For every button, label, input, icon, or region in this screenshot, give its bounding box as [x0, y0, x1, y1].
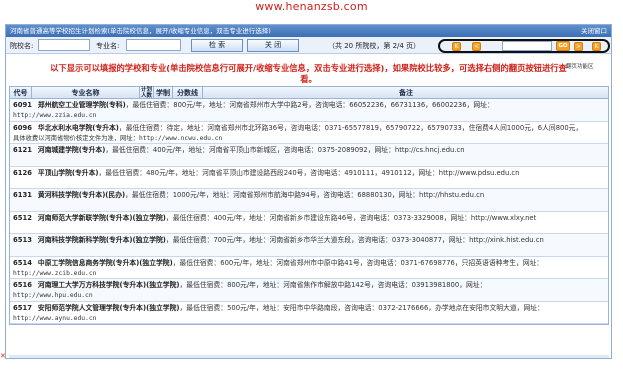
school-code: 6516: [13, 281, 32, 289]
instruction-notice: 以下显示可以填报的学校和专业(单击院校信息行可展开/收缩专业信息，双击专业进行选…: [50, 63, 567, 84]
table-row[interactable]: 6096 华北水利水电学院(专升本)，最低住宿费：待定，地址：河南省郑州市北环路3…: [10, 122, 608, 144]
table-body: 6091 郑州航空工业管理学院(专科)，最低住宿费：800元/年，地址：河南省郑州…: [10, 99, 608, 324]
school-info: ，最低住宿费：480元/年，地址：河南省平顶山市建设路西段240号，咨询电话：4…: [98, 168, 520, 177]
school-info: ，最低住宿费：1000元/年，地址：河南省郑州市航海中路94号，咨询电话：688…: [125, 191, 485, 199]
school-info: ，最低住宿费：800元/年，地址：河南省焦作市解放中路142号，咨询电话：039…: [179, 281, 487, 289]
close-window-link[interactable]: 关闭窗口: [581, 25, 607, 37]
header-name: 专业名称: [32, 87, 140, 99]
horizontal-scrollbar[interactable]: [9, 355, 609, 358]
header-batch: 分数线: [173, 87, 203, 99]
school-info: ，最低住宿费：600元/年，地址：河南省郑州市中原中路41号，咨询电话：0371…: [172, 258, 544, 267]
header-note: 备注: [399, 89, 413, 97]
header-length: 学制: [154, 87, 173, 99]
first-page-button[interactable]: K: [452, 42, 461, 51]
school-name: 郑州航空工业管理学院(专科): [37, 101, 126, 109]
site-url: www.henanzsb.com: [255, 0, 368, 13]
school-name: 中原工学院信息商务学院(专升本)(独立学院): [37, 258, 173, 267]
school-code: 6126: [13, 168, 32, 177]
row-line: 6512 河南师范大学新联学院(专升本)(独立学院)，最低住宿费：400元/年，地…: [13, 213, 605, 224]
close-button[interactable]: 关 闭: [247, 39, 299, 52]
school-code: 6091: [13, 101, 32, 109]
school-website: http://www.aynu.edu.cn: [13, 314, 97, 322]
row-line: 6517 安阳师范学院人文管理学院(专升本)(独立学院)，最低住宿费：500元/年…: [13, 303, 605, 314]
results-table: 代号 专业名称 计划人数 学制 分数线 备注 6091 郑州航空工业管理学院(专科…: [9, 86, 609, 325]
school-name: 安阳师范学院人文管理学院(专升本)(独立学院): [37, 303, 180, 312]
school-code: 6512: [13, 213, 32, 222]
table-header: 代号 专业名称 计划人数 学制 分数线 备注: [10, 87, 608, 99]
row-line: 6091 郑州航空工业管理学院(专科)，最低住宿费：800元/年，地址：河南省郑州…: [13, 100, 605, 111]
school-info: ，最低住宿费：500元/年，地址：安阳市中华路南段，咨询电话：0372-2176…: [179, 303, 544, 312]
school-website: 具体收费以河南省物价核定文件为准，网址：http://www.ncwu.edu.…: [13, 134, 223, 142]
row-line: 6126 平顶山学院(专升本)，最低住宿费：480元/年，地址：河南省平顶山市建设…: [13, 168, 605, 179]
school-code: 6121: [13, 146, 32, 154]
close-x-icon: ✕: [0, 352, 6, 360]
table-row[interactable]: 6514 中原工学院信息商务学院(专升本)(独立学院)，最低住宿费：600元/年，…: [10, 257, 608, 279]
table-row[interactable]: 6512 河南师范大学新联学院(专升本)(独立学院)，最低住宿费：400元/年，地…: [10, 212, 608, 234]
school-name: 河南科技学院新科学院(专升本)(独立学院): [37, 236, 166, 244]
school-code: 6514: [13, 258, 32, 267]
school-info: ，最低住宿费：待定，地址：河南省郑州市北环路36号，咨询电话：0371-6557…: [118, 123, 583, 132]
page-number-input[interactable]: [502, 41, 552, 51]
table-row[interactable]: 6121 河南城建学院(专升本)，最低住宿费：400元/年，地址：河南省平顶山市新…: [10, 144, 608, 167]
window-titlebar: 河南省普通高等学校招生计划检索(单击院校信息，展开/收缩专业信息，双击专业进行选…: [6, 25, 611, 37]
school-name-label: 院校名:: [10, 42, 34, 50]
row-line: 6516 河南理工大学万方科技学院(专升本)(独立学院)，最低住宿费：800元/年…: [13, 280, 605, 291]
school-info: ，最低住宿费：800元/年，地址：河南省郑州市大学中路2号，咨询电话：66052…: [125, 101, 494, 109]
school-name: 河南师范大学新联学院(专升本)(独立学院): [37, 213, 166, 222]
header-plan: 计划人数: [140, 87, 154, 99]
school-website: http://www.hpu.edu.cn: [13, 292, 93, 299]
pagination-area: K < GO > K: [438, 39, 610, 53]
row-line: 6096 华北水利水电学院(专升本)，最低住宿费：待定，地址：河南省郑州市北环路3…: [13, 123, 605, 134]
school-code: 6096: [13, 123, 32, 132]
major-name-input[interactable]: [126, 39, 181, 51]
next-page-button[interactable]: >: [574, 42, 583, 51]
table-row[interactable]: 6091 郑州航空工业管理学院(专科)，最低住宿费：800元/年，地址：河南省郑州…: [10, 99, 608, 122]
go-page-button[interactable]: GO: [556, 41, 570, 51]
school-website: http://www.zzia.edu.cn: [13, 112, 97, 119]
last-page-button[interactable]: K: [592, 42, 601, 51]
table-row[interactable]: 6516 河南理工大学万方科技学院(专升本)(独立学院)，最低住宿费：800元/年…: [10, 279, 608, 302]
school-name: 平顶山学院(专升本): [37, 168, 99, 177]
window-title: 河南省普通高等学校招生计划检索(单击院校信息，展开/收缩专业信息，双击专业进行选…: [10, 27, 271, 35]
header-code: 代号: [10, 87, 32, 99]
search-window: 河南省普通高等学校招生计划检索(单击院校信息，展开/收缩专业信息，双击专业进行选…: [5, 24, 612, 359]
school-name: 华北水利水电学院(专升本): [37, 123, 119, 132]
school-code: 6131: [13, 191, 32, 199]
result-stats: （共 20 所院校，第 2/4 页）: [328, 42, 421, 50]
row-line: 6514 中原工学院信息商务学院(专升本)(独立学院)，最低住宿费：600元/年，…: [13, 258, 605, 269]
school-name-input[interactable]: [38, 39, 90, 51]
table-row[interactable]: 6517 安阳师范学院人文管理学院(专升本)(独立学院)，最低住宿费：500元/年…: [10, 302, 608, 324]
row-line: 6131 黄河科技学院(专升本)(民办)，最低住宿费：1000元/年，地址：河南省…: [13, 190, 605, 201]
school-code: 6513: [13, 236, 32, 244]
major-name-label: 专业名:: [96, 42, 120, 50]
row-line: 6121 河南城建学院(专升本)，最低住宿费：400元/年，地址：河南省平顶山市新…: [13, 145, 605, 156]
school-code: 6517: [13, 303, 32, 312]
table-row[interactable]: 6131 黄河科技学院(专升本)(民办)，最低住宿费：1000元/年，地址：河南省…: [10, 189, 608, 212]
school-info: ，最低住宿费：400元/年，地址：河南省新乡市建设东路46号，咨询电话：0373…: [165, 213, 537, 222]
school-info: ，最低住宿费：700元/年，地址：河南省新乡市华兰大道东段，咨询电话：0373-…: [165, 236, 544, 244]
search-button[interactable]: 检 索: [191, 39, 243, 52]
table-row[interactable]: 6126 平顶山学院(专升本)，最低住宿费：480元/年，地址：河南省平顶山市建设…: [10, 167, 608, 189]
school-info: ，最低住宿费：400元/年，地址：河南省平顶山市新城区，咨询电话：0375-20…: [105, 146, 465, 154]
prev-page-button[interactable]: <: [472, 42, 481, 51]
school-name: 河南城建学院(专升本): [37, 146, 106, 154]
row-line: 6513 河南科技学院新科学院(专升本)(独立学院)，最低住宿费：700元/年，地…: [13, 235, 605, 246]
school-name: 河南理工大学万方科技学院(专升本)(独立学院): [37, 281, 180, 289]
search-toolbar: 院校名: 专业名: 检 索 关 闭 （共 20 所院校，第 2/4 页） K <…: [6, 37, 611, 54]
table-row[interactable]: 6513 河南科技学院新科学院(专升本)(独立学院)，最低住宿费：700元/年，地…: [10, 234, 608, 257]
school-name: 黄河科技学院(专升本)(民办): [37, 191, 126, 199]
school-website: http://www.zcib.edu.cn: [13, 269, 97, 277]
